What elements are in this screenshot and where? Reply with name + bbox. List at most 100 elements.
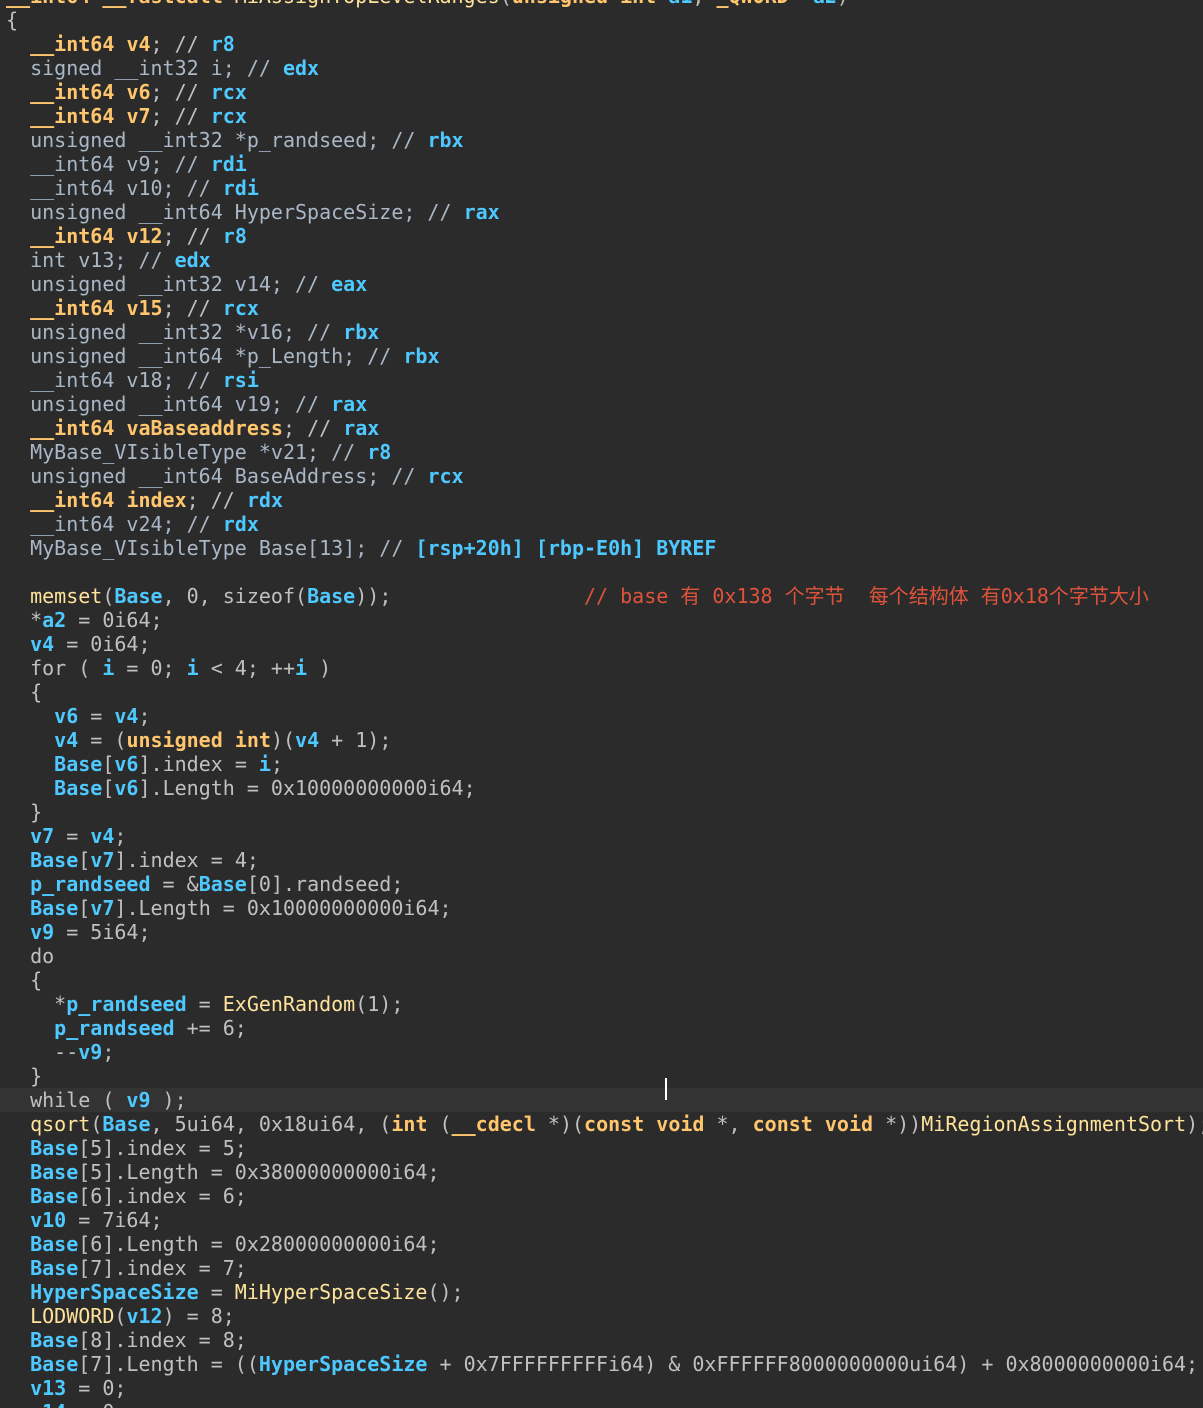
code-line[interactable]: Base[7].index = 7; (0, 1256, 1203, 1280)
code-token: [6].Length = 0x28000000000i64; (78, 1232, 440, 1256)
code-line[interactable]: v4 = (unsigned int)(v4 + 1); (0, 728, 1203, 752)
code-token: v7 (90, 896, 115, 920)
code-line[interactable]: unsigned __int32 v14; // eax (0, 272, 1203, 296)
code-token: p_randseed (30, 872, 151, 896)
code-token: v9 (78, 1040, 103, 1064)
code-line[interactable]: unsigned __int64 v19; // rax (0, 392, 1203, 416)
code-token: ); (1186, 1112, 1203, 1136)
code-line[interactable]: Base[5].index = 5; (0, 1136, 1203, 1160)
code-line[interactable]: } (0, 800, 1203, 824)
code-line[interactable]: __int64 v18; // rsi (0, 368, 1203, 392)
code-line[interactable]: __int64 index; // rdx (0, 488, 1203, 512)
code-line[interactable]: { (0, 968, 1203, 992)
code-line[interactable]: v10 = 7i64; (0, 1208, 1203, 1232)
code-line[interactable]: { (0, 680, 1203, 704)
code-token: ( (114, 1304, 127, 1328)
code-token: ( (427, 1112, 452, 1136)
code-line[interactable]: v7 = v4; (0, 824, 1203, 848)
code-line[interactable]: qsort(Base, 5ui64, 0x18ui64, (int (__cde… (0, 1112, 1203, 1136)
code-token: ; // (162, 224, 223, 248)
code-line[interactable]: v14 = 0; (0, 1400, 1203, 1408)
code-token: unsigned __int32 *p_randseed; // (6, 128, 428, 152)
code-token: = 0i64; (54, 632, 151, 656)
code-token: v4 (90, 824, 115, 848)
code-token: , 5ui64, 0x18ui64, ( (150, 1112, 392, 1136)
code-line[interactable]: p_randseed += 6; (0, 1016, 1203, 1040)
code-line[interactable]: unsigned __int64 BaseAddress; // rcx (0, 464, 1203, 488)
code-line[interactable]: Base[v7].Length = 0x10000000000i64; (0, 896, 1203, 920)
code-token: Base (114, 584, 163, 608)
code-line[interactable]: MyBase_VIsibleType *v21; // r8 (0, 440, 1203, 464)
code-token: ( (90, 1112, 103, 1136)
code-line[interactable]: __int64 v10; // rdi (0, 176, 1203, 200)
code-line[interactable]: v13 = 0; (0, 1376, 1203, 1400)
code-line[interactable]: __int64 v9; // rdi (0, 152, 1203, 176)
code-line[interactable]: unsigned __int64 HyperSpaceSize; // rax (0, 200, 1203, 224)
code-line[interactable]: Base[5].Length = 0x38000000000i64; (0, 1160, 1203, 1184)
code-line[interactable]: Base[v6].index = i; (0, 752, 1203, 776)
code-line[interactable]: for ( i = 0; i < 4; ++i ) (0, 656, 1203, 680)
code-line[interactable]: __int64 v6; // rcx (0, 80, 1203, 104)
code-line[interactable]: } (0, 1064, 1203, 1088)
code-token: rbx (343, 320, 380, 344)
code-line[interactable]: LODWORD(v12) = 8; (0, 1304, 1203, 1328)
code-line[interactable]: Base[v6].Length = 0x10000000000i64; (0, 776, 1203, 800)
code-token: rcx (210, 104, 247, 128)
code-line[interactable]: __int64 v15; // rcx (0, 296, 1203, 320)
code-token: * (6, 608, 43, 632)
code-line[interactable]: unsigned __int64 *p_Length; // rbx (0, 344, 1203, 368)
code-token: MiAssignTopLevelRanges (235, 0, 500, 8)
code-line[interactable]: __int64 v12; // r8 (0, 224, 1203, 248)
code-token: __int64 (30, 296, 115, 320)
code-line[interactable]: { (0, 8, 1203, 32)
code-line[interactable]: MyBase_VIsibleType Base[13]; // [rsp+20h… (0, 536, 1203, 560)
code-line[interactable]: *p_randseed = ExGenRandom(1); (0, 992, 1203, 1016)
code-token: p_randseed (66, 992, 187, 1016)
code-line[interactable]: __int64 __fastcall MiAssignTopLevelRange… (0, 0, 1203, 8)
code-line[interactable]: __int64 v7; // rcx (0, 104, 1203, 128)
code-line[interactable]: unsigned __int32 *v16; // rbx (0, 320, 1203, 344)
code-line[interactable]: unsigned __int32 *p_randseed; // rbx (0, 128, 1203, 152)
code-line[interactable]: *a2 = 0i64; (0, 608, 1203, 632)
code-line[interactable] (0, 560, 1203, 584)
code-line[interactable]: --v9; (0, 1040, 1203, 1064)
code-line[interactable]: Base[v7].index = 4; (0, 848, 1203, 872)
code-token: *)( (535, 1112, 585, 1136)
code-lines[interactable]: __int64 __fastcall MiAssignTopLevelRange… (0, 0, 1203, 1408)
code-token: r8 (210, 32, 235, 56)
code-token: * (6, 992, 67, 1016)
code-token: = (198, 1280, 235, 1304)
code-line[interactable]: do (0, 944, 1203, 968)
code-token: Base (102, 1112, 151, 1136)
code-line[interactable]: Base[6].Length = 0x28000000000i64; (0, 1232, 1203, 1256)
code-token: = (54, 824, 91, 848)
code-line[interactable]: v6 = v4; (0, 704, 1203, 728)
code-token: unsigned __int64 BaseAddress; // (6, 464, 428, 488)
code-token: = 0; (66, 1400, 126, 1408)
code-token: v13 (30, 1376, 67, 1400)
code-line[interactable]: __int64 vaBaseaddress; // rax (0, 416, 1203, 440)
code-line[interactable]: signed __int32 i; // edx (0, 56, 1203, 80)
code-line[interactable]: memset(Base, 0, sizeof(Base)); // base 有… (0, 584, 1203, 608)
code-token: = 7i64; (66, 1208, 163, 1232)
code-line[interactable]: int v13; // edx (0, 248, 1203, 272)
code-line[interactable]: Base[6].index = 6; (0, 1184, 1203, 1208)
code-line[interactable]: Base[7].Length = ((HyperSpaceSize + 0x7F… (0, 1352, 1203, 1376)
code-line[interactable]: p_randseed = &Base[0].randseed; (0, 872, 1203, 896)
code-token: qsort (30, 1112, 91, 1136)
code-line[interactable]: __int64 v24; // rdx (0, 512, 1203, 536)
code-line[interactable]: v4 = 0i64; (0, 632, 1203, 656)
code-token: ; // (150, 80, 211, 104)
code-token: Base (54, 752, 103, 776)
code-line[interactable]: HyperSpaceSize = MiHyperSpaceSize(); (0, 1280, 1203, 1304)
code-line[interactable]: Base[8].index = 8; (0, 1328, 1203, 1352)
decompiler-code-view[interactable]: __int64 __fastcall MiAssignTopLevelRange… (0, 0, 1203, 1408)
code-line[interactable]: while ( v9 ); (0, 1088, 1203, 1112)
code-line[interactable]: v9 = 5i64; (0, 920, 1203, 944)
code-line[interactable]: __int64 v4; // r8 (0, 32, 1203, 56)
